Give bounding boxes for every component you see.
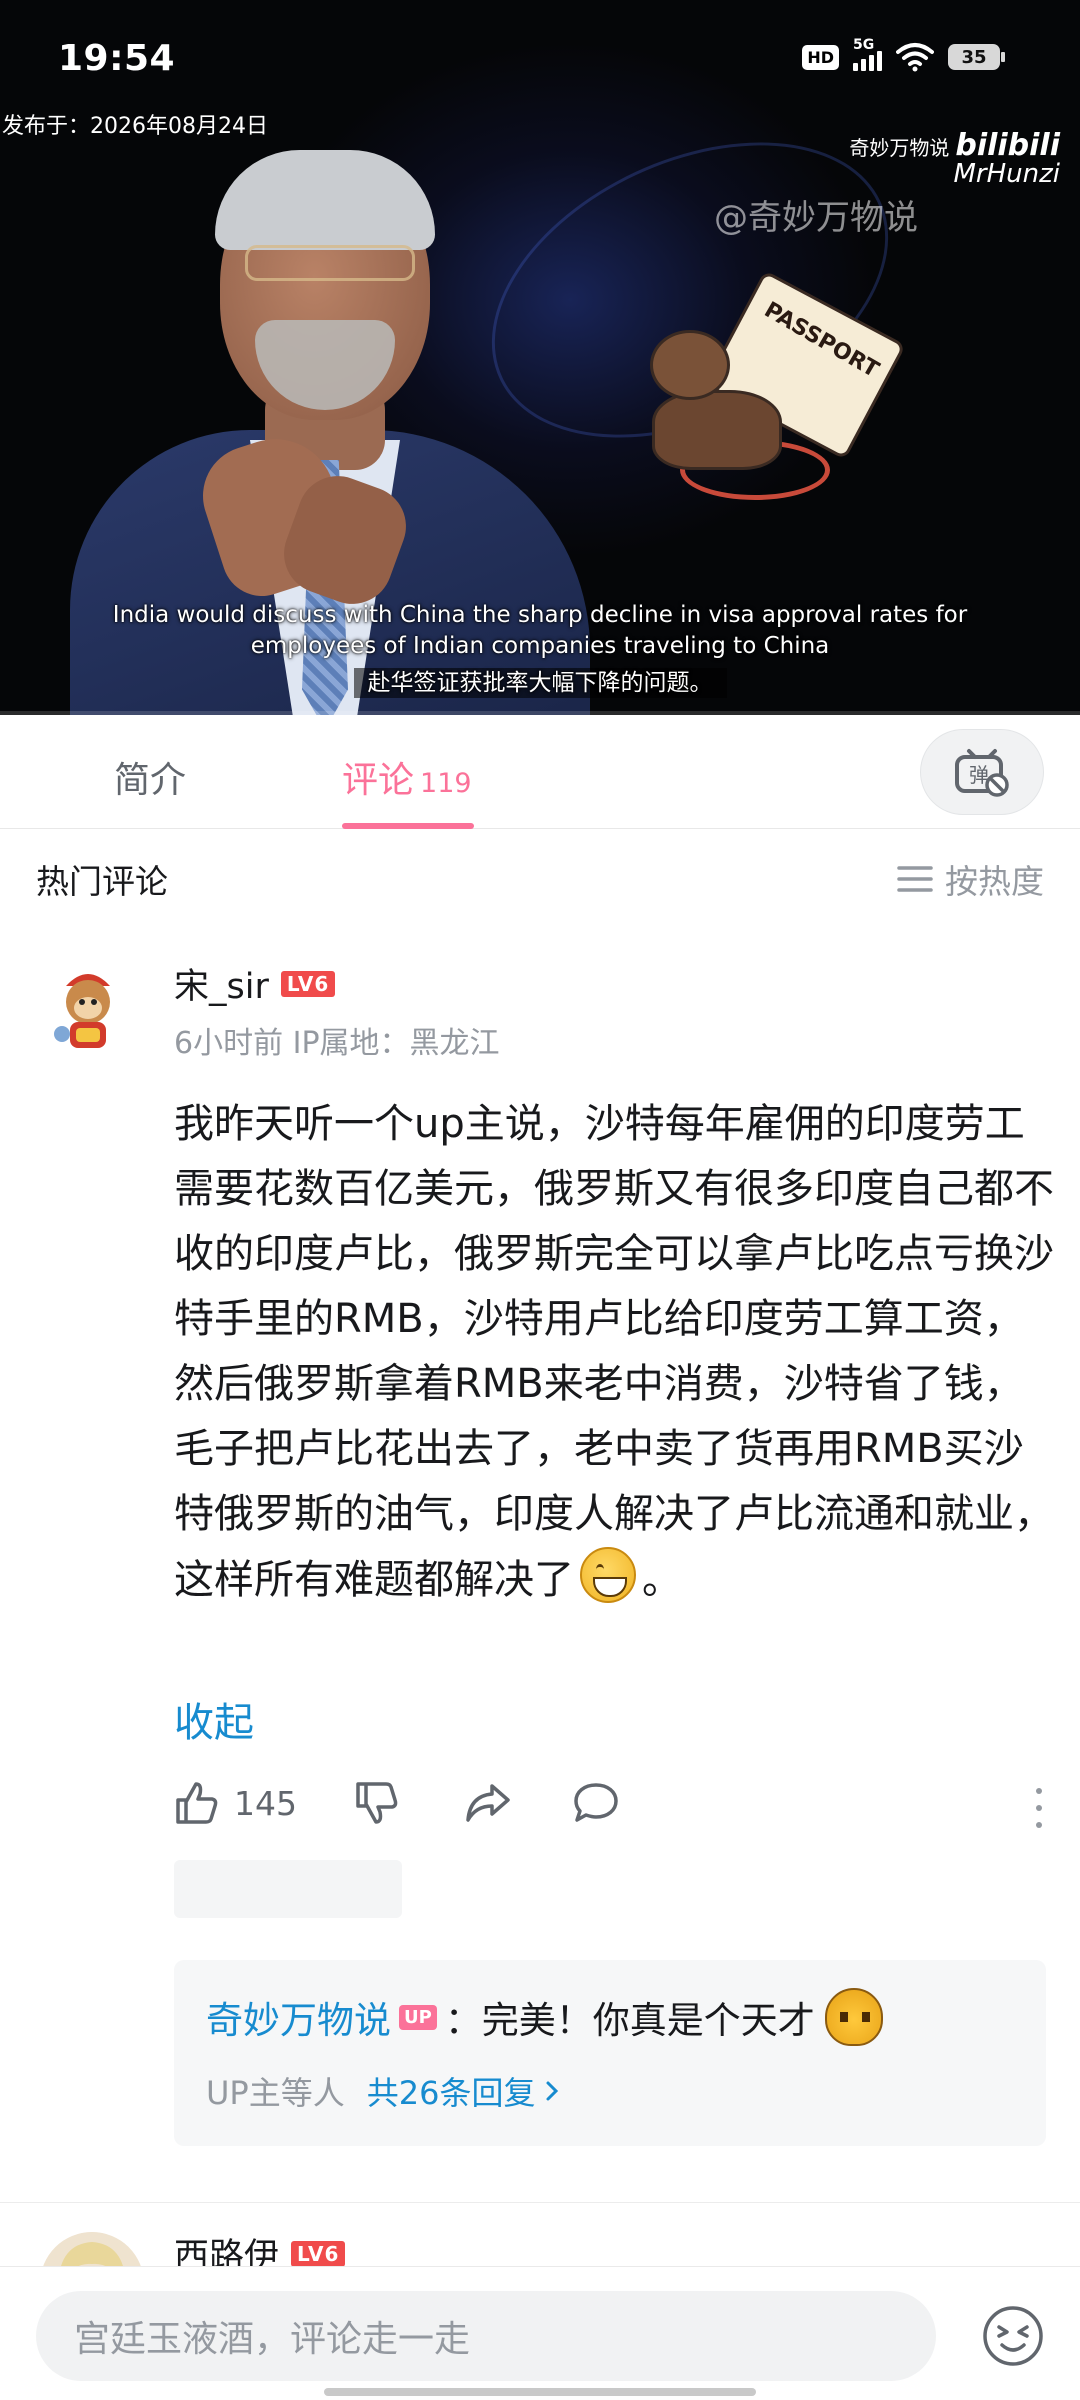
subtitle-chinese: 赴华签证获批率大幅下降的问题。 [0,668,1080,699]
tab-comments[interactable]: 评论 119 [342,751,472,803]
channel-watermark: 奇妙万物说 [849,136,950,160]
network-type: 5G [853,37,875,53]
hot-comments-title: 热门评论 [36,862,168,901]
subtitle-en-line1: India would discuss with China the sharp… [112,602,968,628]
home-indicator [324,2388,756,2396]
bilibili-logo: bilibili [955,128,1060,163]
comment-input[interactable]: 宫廷玉液酒，评论走一走 [36,2291,936,2381]
comment-bubble-icon [574,1783,618,1822]
author-watermark: MrHunzi [953,159,1060,189]
reply-line: 奇妙万物说 UP ：完美！你真是个天才 [206,1988,883,2046]
subtitle-cn-text: 赴华签证获批率大幅下降的问题。 [353,668,727,698]
like-count: 145 [234,1783,297,1823]
reply-by: UP主等人 [206,2074,345,2112]
sort-label: 按热度 [945,862,1044,901]
sort-list-icon [897,866,933,892]
danmaku-toggle-button[interactable]: 弹 [920,729,1044,815]
view-all-replies-link[interactable]: 共26条回复 [367,2068,560,2114]
comment-meta: 6小时前 IP属地：黑龙江 [174,1026,500,1061]
like-button[interactable]: 145 [174,1780,297,1826]
comment-text: 我昨天听一个up主说，沙特每年雇佣的印度劳工需要花数百亿美元，俄罗斯又有很多印度… [174,1101,1054,1603]
subtitle-english: India would discuss with China the sharp… [0,600,1080,662]
tab-comments-label: 评论 [342,760,415,801]
battery-icon: 35 [948,44,1005,70]
cat-emoji-icon [824,1988,883,2046]
publish-date: 发布于：2026年08月24日 [2,114,268,139]
tab-bar: 简介 评论 119 弹 [0,715,1080,829]
wifi-icon [896,43,934,72]
comment-input-bar: 宫廷玉液酒，评论走一走 [0,2266,1080,2400]
all-replies-text: 共26条回复 [366,2074,536,2112]
comment-divider [0,2202,1080,2203]
grin-emoji-icon [580,1547,636,1603]
subtitle-en-line2: employees of Indian companies traveling … [250,633,830,659]
tab-comments-count: 119 [420,768,472,799]
chevron-right-icon [546,2081,559,2101]
bilibili-watermark: 奇妙万物说 bilibili MrHunzi [849,128,1060,189]
app-root: 19:54 HD 5G 35 发布于：2026年08月24日 奇妙万物说 bili… [0,0,1080,2400]
danmaku-toggle-icon: 弹 [955,749,1009,797]
video-player[interactable]: 19:54 HD 5G 35 发布于：2026年08月24日 奇妙万物说 bili… [0,0,1080,715]
level-badge: LV6 [280,970,336,997]
status-icons: HD 5G 35 [802,37,1005,72]
comment-text-end: 。 [642,1557,682,1603]
thumbs-down-icon [356,1782,398,1824]
more-options-icon[interactable] [1034,1788,1044,1828]
monkey-avatar-icon [36,958,140,1062]
share-icon [466,1784,510,1822]
handle-watermark: @奇妙万物说 [714,198,918,238]
signal-icon: 5G [853,37,882,71]
reply-text: ：完美！你真是个天才 [444,1999,815,2042]
comment-username[interactable]: 宋_sir LV6 [174,958,336,1009]
loading-placeholder [174,1860,402,1918]
dislike-button[interactable] [354,1780,400,1826]
passport-stamp-illustration: PASSPORT [640,270,907,530]
reply-button[interactable] [572,1780,620,1826]
up-badge: UP [399,2004,437,2030]
comment-content[interactable]: 我昨天听一个up主说，沙特每年雇佣的印度劳工需要花数百亿美元，俄罗斯又有很多印度… [174,1092,1054,1613]
level-badge: LV6 [291,2240,346,2267]
username-text: 宋_sir [174,967,269,1007]
sort-by-hot-button[interactable]: 按热度 [897,855,1044,903]
reply-author[interactable]: 奇妙万物说 [206,1990,391,2044]
comment-actions: 145 [174,1780,1044,1836]
hd-icon: HD [802,44,839,70]
stamp-text: PASSPORT [759,297,883,384]
collapse-link[interactable]: 收起 [174,1690,254,1748]
avatar[interactable] [36,958,140,1062]
tab-intro[interactable]: 简介 [114,751,186,803]
tab-active-indicator [342,823,474,829]
emoji-picker-icon[interactable] [982,2305,1044,2367]
reply-preview-box[interactable]: 奇妙万物说 UP ：完美！你真是个天才 UP主等人 共26条回复 [174,1960,1046,2146]
share-button[interactable] [464,1780,512,1826]
status-time: 19:54 [58,38,176,79]
reply-summary: UP主等人 共26条回复 [206,2068,559,2114]
thumbs-up-icon [176,1782,218,1824]
